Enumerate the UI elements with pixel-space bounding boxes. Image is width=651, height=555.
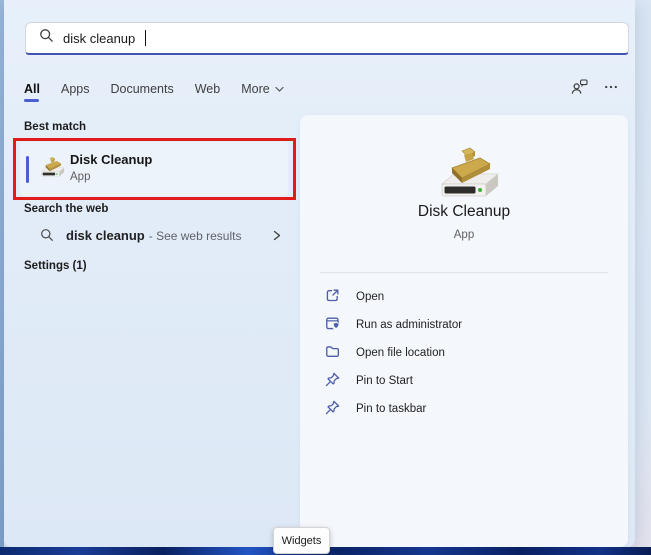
divider	[320, 272, 608, 273]
widgets-tooltip: Widgets	[273, 527, 330, 554]
best-match-subtitle: App	[70, 171, 91, 183]
best-match-heading: Best match	[24, 121, 86, 133]
app-title: Disk Cleanup	[417, 203, 511, 220]
tab-all[interactable]: All	[24, 82, 40, 96]
app-subtitle: App	[453, 229, 475, 241]
tab-documents[interactable]: Documents	[110, 82, 173, 96]
action-pin-to-taskbar[interactable]: Pin to taskbar	[300, 395, 628, 423]
user-account-button[interactable]	[570, 78, 589, 100]
web-result-suffix: - See web results	[148, 229, 242, 243]
admin-window-icon	[324, 315, 341, 335]
selection-indicator	[26, 156, 29, 183]
folder-icon	[324, 343, 341, 363]
search-flyout: disk cleanup All Apps Documents Web More	[4, 0, 635, 547]
web-result-item[interactable]: disk cleanup - See web results	[20, 221, 292, 251]
active-tab-indicator	[24, 99, 39, 102]
tab-web[interactable]: Web	[195, 82, 220, 96]
tab-apps[interactable]: Apps	[61, 82, 90, 96]
pin-icon	[324, 399, 341, 419]
search-icon	[40, 228, 54, 247]
search-icon	[39, 28, 54, 48]
user-icon	[570, 78, 589, 100]
text-cursor	[145, 30, 147, 46]
ellipsis-icon	[603, 79, 619, 100]
preview-panel: Disk Cleanup App Open Run as administrat…	[300, 115, 628, 547]
chevron-down-icon	[275, 82, 284, 96]
more-options-button[interactable]	[603, 79, 619, 100]
settings-heading: Settings (1)	[24, 260, 87, 272]
best-match-title: Disk Cleanup	[70, 152, 153, 167]
open-external-icon	[324, 287, 341, 307]
pin-icon	[324, 371, 341, 391]
action-pin-to-start[interactable]: Pin to Start	[300, 367, 628, 395]
action-run-as-administrator[interactable]: Run as administrator	[300, 311, 628, 339]
action-list: Open Run as administrator Open file loca…	[300, 283, 628, 423]
search-the-web-heading: Search the web	[24, 203, 109, 215]
action-open-file-location[interactable]: Open file location	[300, 339, 628, 367]
best-match-item[interactable]: Disk Cleanup App	[20, 142, 288, 196]
action-open[interactable]: Open	[300, 283, 628, 311]
web-result-query: disk cleanup - See web results	[66, 228, 242, 243]
tab-more[interactable]: More	[241, 82, 284, 96]
disk-cleanup-icon-large	[427, 145, 501, 210]
search-filter-tabs: All Apps Documents Web More	[24, 78, 619, 100]
search-input[interactable]: disk cleanup	[63, 31, 135, 46]
search-box[interactable]: disk cleanup	[25, 22, 629, 55]
chevron-right-icon	[271, 229, 282, 247]
disk-cleanup-icon	[36, 156, 65, 185]
